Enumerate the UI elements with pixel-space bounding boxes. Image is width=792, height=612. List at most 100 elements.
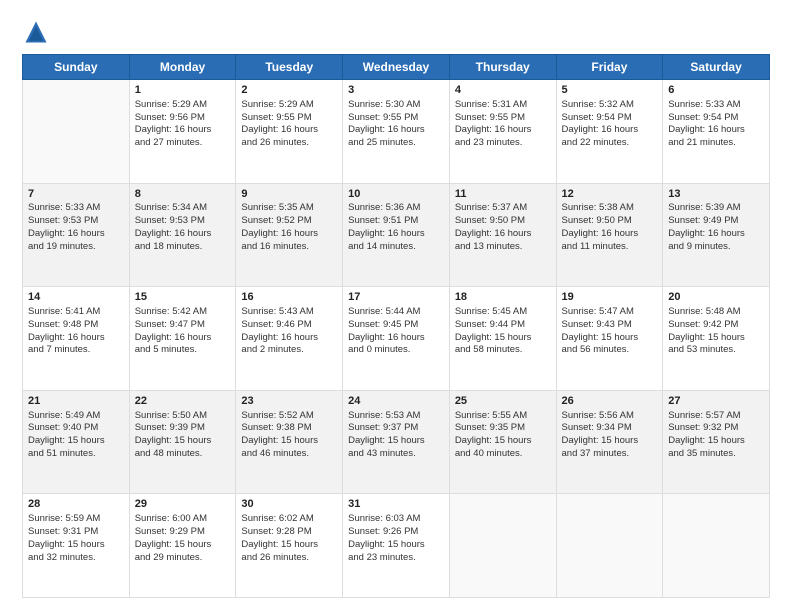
weekday-header: Friday xyxy=(556,55,663,80)
day-info-line: Sunrise: 5:59 AM xyxy=(28,513,124,526)
calendar-cell xyxy=(556,494,663,598)
day-info-line: and 5 minutes. xyxy=(135,344,231,357)
day-info-line: Daylight: 15 hours xyxy=(348,539,444,552)
day-info-line: Sunset: 9:31 PM xyxy=(28,526,124,539)
calendar-table: SundayMondayTuesdayWednesdayThursdayFrid… xyxy=(22,54,770,598)
day-info-line: Sunrise: 5:29 AM xyxy=(135,99,231,112)
day-info-line: Sunset: 9:35 PM xyxy=(455,422,551,435)
day-info-line: and 35 minutes. xyxy=(668,448,764,461)
day-number: 24 xyxy=(348,394,444,409)
day-number: 23 xyxy=(241,394,337,409)
day-info-line: Daylight: 15 hours xyxy=(668,332,764,345)
day-info-line: Daylight: 15 hours xyxy=(348,435,444,448)
day-number: 14 xyxy=(28,290,124,305)
calendar-cell: 14Sunrise: 5:41 AMSunset: 9:48 PMDayligh… xyxy=(23,287,130,391)
day-number: 29 xyxy=(135,497,231,512)
day-info-line: Daylight: 15 hours xyxy=(668,435,764,448)
day-info-line: and 27 minutes. xyxy=(135,137,231,150)
day-info-line: Daylight: 16 hours xyxy=(28,332,124,345)
day-info-line: Sunrise: 5:56 AM xyxy=(562,410,658,423)
calendar-cell: 15Sunrise: 5:42 AMSunset: 9:47 PMDayligh… xyxy=(129,287,236,391)
weekday-header: Sunday xyxy=(23,55,130,80)
day-info-line: Sunrise: 5:42 AM xyxy=(135,306,231,319)
day-info-line: and 51 minutes. xyxy=(28,448,124,461)
day-info-line: Sunrise: 5:49 AM xyxy=(28,410,124,423)
day-number: 27 xyxy=(668,394,764,409)
day-number: 13 xyxy=(668,187,764,202)
day-info-line: Sunset: 9:53 PM xyxy=(28,215,124,228)
day-info-line: Sunset: 9:48 PM xyxy=(28,319,124,332)
day-info-line: Daylight: 16 hours xyxy=(562,228,658,241)
calendar-cell: 3Sunrise: 5:30 AMSunset: 9:55 PMDaylight… xyxy=(343,80,450,184)
day-info-line: Sunset: 9:42 PM xyxy=(668,319,764,332)
calendar-cell: 24Sunrise: 5:53 AMSunset: 9:37 PMDayligh… xyxy=(343,390,450,494)
day-number: 10 xyxy=(348,187,444,202)
day-number: 20 xyxy=(668,290,764,305)
day-number: 15 xyxy=(135,290,231,305)
day-info-line: Sunrise: 5:34 AM xyxy=(135,202,231,215)
calendar-cell: 25Sunrise: 5:55 AMSunset: 9:35 PMDayligh… xyxy=(449,390,556,494)
day-info-line: Daylight: 16 hours xyxy=(348,124,444,137)
day-number: 6 xyxy=(668,83,764,98)
day-info-line: Daylight: 16 hours xyxy=(562,124,658,137)
day-info-line: Sunrise: 5:29 AM xyxy=(241,99,337,112)
day-info-line: Sunrise: 5:43 AM xyxy=(241,306,337,319)
day-info-line: Sunset: 9:55 PM xyxy=(455,112,551,125)
day-number: 19 xyxy=(562,290,658,305)
day-info-line: and 46 minutes. xyxy=(241,448,337,461)
day-info-line: Daylight: 15 hours xyxy=(455,435,551,448)
weekday-header: Tuesday xyxy=(236,55,343,80)
calendar-cell: 10Sunrise: 5:36 AMSunset: 9:51 PMDayligh… xyxy=(343,183,450,287)
day-number: 11 xyxy=(455,187,551,202)
calendar-cell: 29Sunrise: 6:00 AMSunset: 9:29 PMDayligh… xyxy=(129,494,236,598)
calendar-row: 14Sunrise: 5:41 AMSunset: 9:48 PMDayligh… xyxy=(23,287,770,391)
day-info-line: Sunset: 9:29 PM xyxy=(135,526,231,539)
day-info-line: and 23 minutes. xyxy=(348,552,444,565)
day-info-line: and 14 minutes. xyxy=(348,241,444,254)
calendar-cell: 30Sunrise: 6:02 AMSunset: 9:28 PMDayligh… xyxy=(236,494,343,598)
day-info-line: Sunset: 9:34 PM xyxy=(562,422,658,435)
day-info-line: Sunrise: 5:55 AM xyxy=(455,410,551,423)
day-info-line: and 56 minutes. xyxy=(562,344,658,357)
day-info-line: and 48 minutes. xyxy=(135,448,231,461)
day-info-line: Sunset: 9:32 PM xyxy=(668,422,764,435)
day-info-line: and 7 minutes. xyxy=(28,344,124,357)
day-info-line: Sunset: 9:38 PM xyxy=(241,422,337,435)
calendar-cell: 18Sunrise: 5:45 AMSunset: 9:44 PMDayligh… xyxy=(449,287,556,391)
calendar-cell: 7Sunrise: 5:33 AMSunset: 9:53 PMDaylight… xyxy=(23,183,130,287)
weekday-header: Wednesday xyxy=(343,55,450,80)
day-number: 12 xyxy=(562,187,658,202)
day-info-line: Daylight: 16 hours xyxy=(668,228,764,241)
page: SundayMondayTuesdayWednesdayThursdayFrid… xyxy=(0,0,792,612)
calendar-cell: 6Sunrise: 5:33 AMSunset: 9:54 PMDaylight… xyxy=(663,80,770,184)
weekday-header: Thursday xyxy=(449,55,556,80)
day-info-line: and 19 minutes. xyxy=(28,241,124,254)
day-info-line: Sunset: 9:56 PM xyxy=(135,112,231,125)
day-info-line: Sunrise: 5:33 AM xyxy=(668,99,764,112)
day-info-line: and 58 minutes. xyxy=(455,344,551,357)
calendar-cell: 23Sunrise: 5:52 AMSunset: 9:38 PMDayligh… xyxy=(236,390,343,494)
day-info-line: Sunrise: 6:02 AM xyxy=(241,513,337,526)
day-info-line: and 29 minutes. xyxy=(135,552,231,565)
calendar-cell: 4Sunrise: 5:31 AMSunset: 9:55 PMDaylight… xyxy=(449,80,556,184)
day-info-line: and 9 minutes. xyxy=(668,241,764,254)
day-number: 1 xyxy=(135,83,231,98)
day-info-line: Daylight: 16 hours xyxy=(241,332,337,345)
day-info-line: and 40 minutes. xyxy=(455,448,551,461)
day-number: 28 xyxy=(28,497,124,512)
day-info-line: and 26 minutes. xyxy=(241,137,337,150)
calendar-row: 1Sunrise: 5:29 AMSunset: 9:56 PMDaylight… xyxy=(23,80,770,184)
calendar-cell: 5Sunrise: 5:32 AMSunset: 9:54 PMDaylight… xyxy=(556,80,663,184)
day-info-line: Sunrise: 5:35 AM xyxy=(241,202,337,215)
day-info-line: and 11 minutes. xyxy=(562,241,658,254)
day-info-line: and 18 minutes. xyxy=(135,241,231,254)
calendar-cell: 13Sunrise: 5:39 AMSunset: 9:49 PMDayligh… xyxy=(663,183,770,287)
day-info-line: and 43 minutes. xyxy=(348,448,444,461)
day-info-line: Sunrise: 5:50 AM xyxy=(135,410,231,423)
day-info-line: Sunset: 9:50 PM xyxy=(455,215,551,228)
day-number: 17 xyxy=(348,290,444,305)
day-info-line: Daylight: 16 hours xyxy=(28,228,124,241)
calendar-cell: 26Sunrise: 5:56 AMSunset: 9:34 PMDayligh… xyxy=(556,390,663,494)
day-number: 4 xyxy=(455,83,551,98)
day-info-line: Daylight: 16 hours xyxy=(241,124,337,137)
